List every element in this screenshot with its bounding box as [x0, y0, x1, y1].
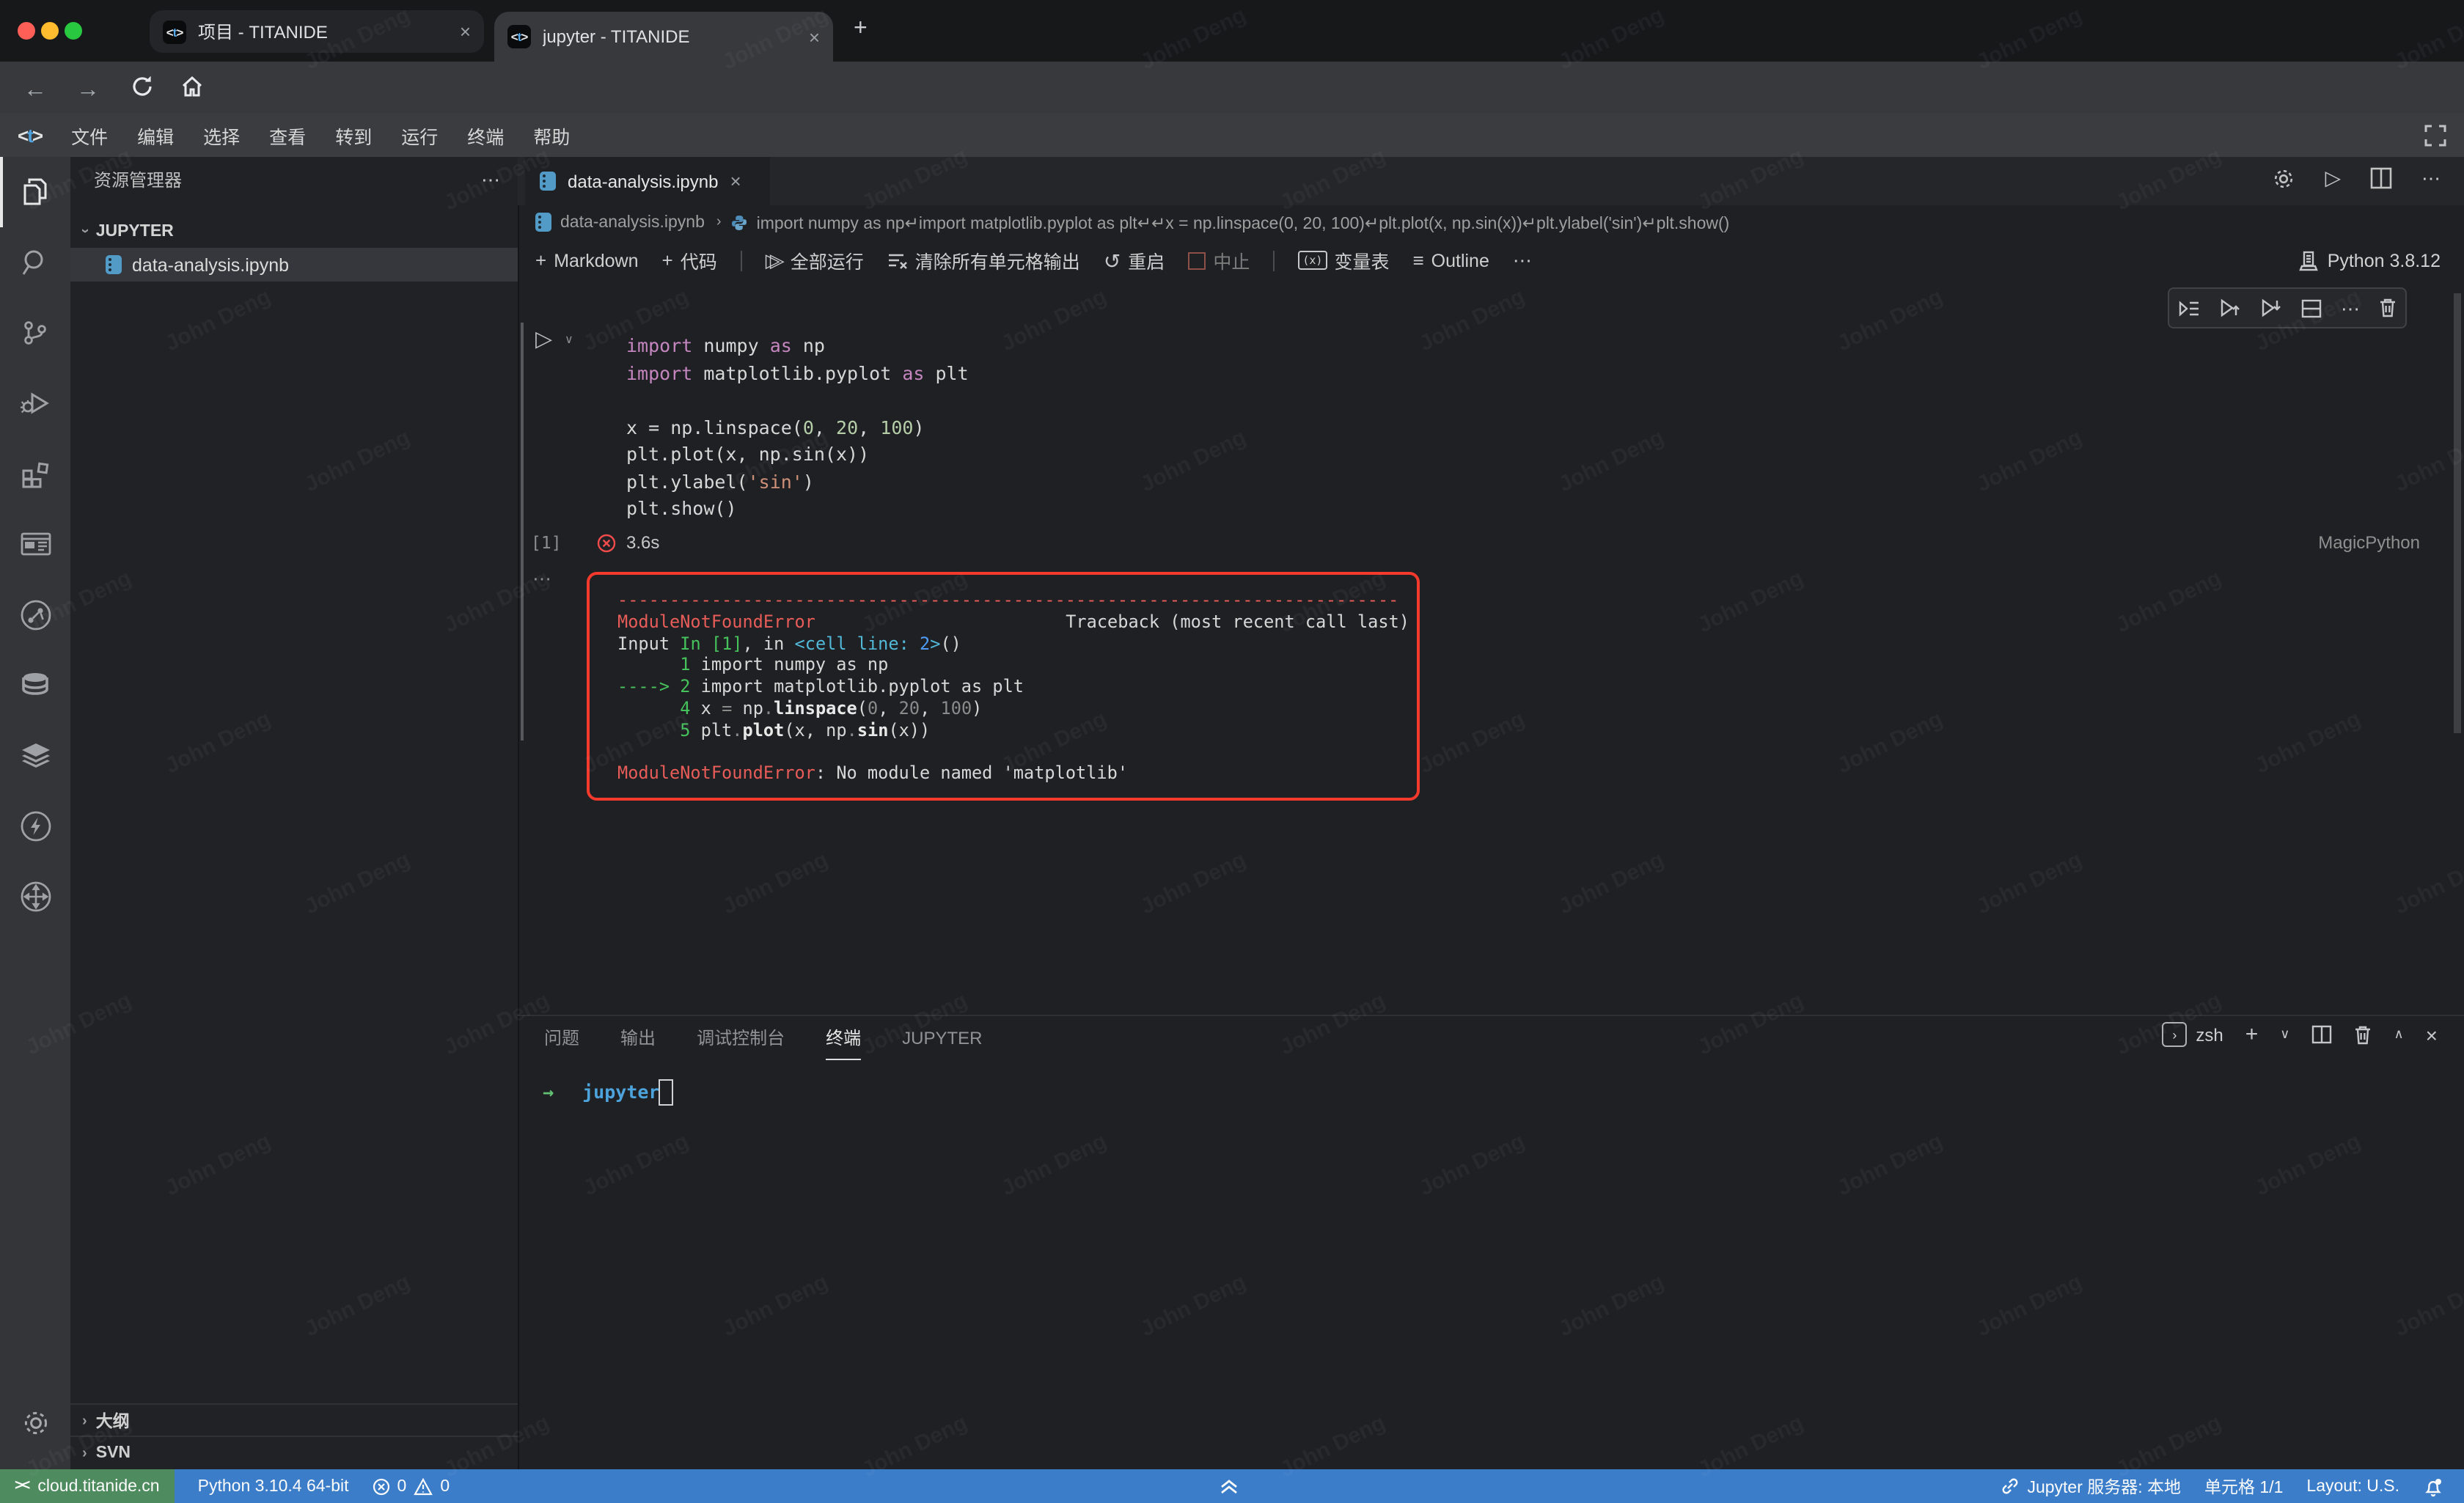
watermark-text: John Deng [2391, 425, 2464, 498]
watermark-text: John Deng [2112, 144, 2225, 216]
watermark-text: John Deng [1276, 988, 1389, 1061]
watermark-text: John Deng [161, 1129, 274, 1202]
watermark-text: John Deng [1276, 566, 1389, 639]
watermark-text: John Deng [719, 1270, 832, 1342]
watermark-text: John Deng [301, 3, 414, 76]
watermark-text: John Deng [2251, 707, 2364, 779]
watermark-text: John Deng [858, 144, 971, 216]
watermark-text: John Deng [22, 566, 135, 639]
screen: <t> 项目 - TITANIDE × <t> jupyter - TITANI… [0, 0, 2464, 1503]
watermark-text: John Deng [858, 988, 971, 1061]
watermark-text: John Deng [1137, 3, 1250, 76]
watermark-text: John Deng [1415, 707, 1528, 779]
watermark-text: John Deng [579, 707, 692, 779]
watermark-text: John Deng [2112, 988, 2225, 1061]
watermark-text: John Deng [1973, 3, 2086, 76]
watermark-text: John Deng [161, 284, 274, 357]
watermark-text: John Deng [1973, 1270, 2086, 1342]
watermark-text: John Deng [301, 1270, 414, 1342]
watermark-text: John Deng [2391, 848, 2464, 920]
watermark-text: John Deng [2251, 1129, 2364, 1202]
watermark-text: John Deng [719, 425, 832, 498]
watermark-text: John Deng [1833, 284, 1946, 357]
watermark-text: John Deng [440, 988, 553, 1061]
watermark-text: John Deng [1415, 1129, 1528, 1202]
watermark-text: John Deng [858, 566, 971, 639]
watermark-text: John Deng [1555, 425, 1668, 498]
watermark-text: John Deng [1833, 1129, 1946, 1202]
watermark-text: John Deng [1555, 1270, 1668, 1342]
watermark-text: John Deng [22, 144, 135, 216]
watermark-text: John Deng [997, 1129, 1110, 1202]
watermark-text: John Deng [2391, 1270, 2464, 1342]
watermark-text: John Deng [1276, 1411, 1389, 1483]
watermark-text: John Deng [1973, 848, 2086, 920]
watermark-text: John Deng [997, 707, 1110, 779]
watermark-text: John Deng [301, 425, 414, 498]
watermark-text: John Deng [719, 848, 832, 920]
watermark-text: John Deng [579, 1129, 692, 1202]
watermark-text: John Deng [1137, 425, 1250, 498]
watermark-text: John Deng [997, 284, 1110, 357]
watermark-text: John Deng [1694, 988, 1807, 1061]
watermark-text: John Deng [440, 566, 553, 639]
watermark-text: John Deng [579, 284, 692, 357]
watermark-text: John Deng [1694, 144, 1807, 216]
watermark-text: John Deng [2251, 284, 2364, 357]
watermark-text: John Deng [1415, 284, 1528, 357]
watermark-text: John Deng [1555, 3, 1668, 76]
watermark-text: John Deng [301, 848, 414, 920]
watermark-text: John Deng [858, 1411, 971, 1483]
watermark-text: John Deng [1694, 1411, 1807, 1483]
watermark-text: John Deng [22, 988, 135, 1061]
watermark-text: John Deng [1137, 1270, 1250, 1342]
watermark-text: John Deng [22, 1411, 135, 1483]
watermark-text: John Deng [440, 1411, 553, 1483]
watermark-text: John Deng [2112, 1411, 2225, 1483]
watermark-text: John Deng [440, 144, 553, 216]
watermark-text: John Deng [1973, 425, 2086, 498]
watermark-layer: John Deng John Deng John Deng John Deng John… [0, 0, 2464, 1503]
watermark-text: John Deng [1694, 566, 1807, 639]
watermark-text: John Deng [1137, 848, 1250, 920]
watermark-text: John Deng [719, 3, 832, 76]
watermark-text: John Deng [1833, 707, 1946, 779]
watermark-text: John Deng [2112, 566, 2225, 639]
watermark-text: John Deng [1276, 144, 1389, 216]
watermark-text: John Deng [1555, 848, 1668, 920]
watermark-text: John Deng [2391, 3, 2464, 76]
watermark-text: John Deng [161, 707, 274, 779]
